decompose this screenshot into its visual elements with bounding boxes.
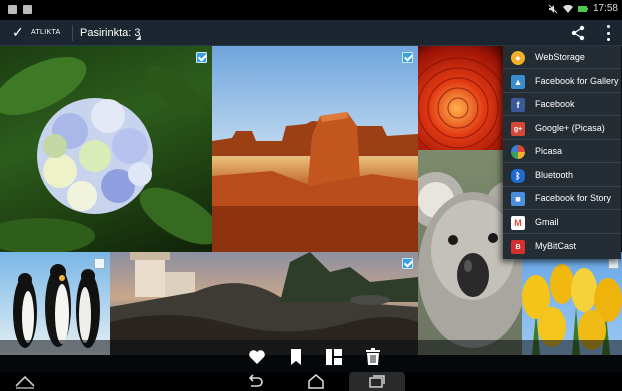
- selection-count-dropdown[interactable]: Pasirinkta: 3: [80, 27, 141, 39]
- menu-up-icon[interactable]: [14, 373, 36, 389]
- share-item-label: Picasa: [535, 146, 563, 156]
- wifi-icon: [562, 4, 573, 13]
- share-item-webstorage[interactable]: ● WebStorage: [503, 46, 621, 69]
- googleplus-icon: g+: [511, 122, 525, 136]
- recents-button[interactable]: [349, 372, 405, 391]
- selection-checkbox[interactable]: [402, 52, 413, 63]
- story-icon: ■: [511, 192, 525, 206]
- share-item-facebook-for-gallery[interactable]: ▲ Facebook for Gallery: [503, 70, 621, 93]
- clock: 17:58: [592, 3, 618, 14]
- navigation-bar: [0, 372, 622, 391]
- status-bar: 17:58: [0, 0, 622, 20]
- bluetooth-icon: ᛒ: [511, 169, 525, 183]
- hydrangea-image: [0, 56, 212, 252]
- checkmark-icon: ✓: [12, 24, 25, 40]
- selection-checkbox[interactable]: [196, 52, 207, 63]
- facebook-icon: f: [511, 98, 525, 112]
- share-item-label: Facebook: [535, 99, 575, 109]
- share-icon[interactable]: [569, 24, 587, 42]
- chrysanthemum-image: [418, 57, 504, 150]
- desert-image: [212, 112, 418, 252]
- mybitcast-icon: B: [511, 240, 525, 254]
- status-icons: 17:58: [548, 3, 618, 14]
- gallery-icon: ▲: [511, 75, 525, 89]
- share-item-label: WebStorage: [535, 52, 585, 62]
- bookmark-icon[interactable]: [287, 348, 305, 366]
- share-item-picasa[interactable]: Picasa: [503, 140, 621, 163]
- overflow-menu-icon[interactable]: [603, 25, 613, 41]
- share-item-label: Bluetooth: [535, 170, 574, 180]
- photo-tile-chrysanthemum[interactable]: [418, 46, 504, 150]
- gmail-icon: M: [511, 216, 525, 230]
- delete-icon[interactable]: [364, 348, 382, 366]
- share-item-label: MyBitCast: [535, 241, 577, 251]
- layout-icon[interactable]: [325, 348, 343, 366]
- picasa-icon: [511, 145, 525, 159]
- back-icon[interactable]: [246, 373, 264, 389]
- selection-action-bar: ✓ ATLIKTA Pasirinkta: 3: [0, 20, 622, 46]
- screenshot-notification-icon: [23, 5, 32, 14]
- divider: [72, 25, 73, 41]
- dropdown-caret-icon: [136, 35, 141, 40]
- notification-icons: [8, 5, 32, 14]
- share-item-label: Facebook for Story: [535, 193, 612, 203]
- gallery-notification-icon: [8, 5, 17, 14]
- share-item-googleplus[interactable]: g+ Google+ (Picasa): [503, 117, 621, 140]
- selection-checkbox[interactable]: [402, 258, 413, 269]
- photo-tile-desert[interactable]: [212, 46, 418, 252]
- share-menu: ● WebStorage ▲ Facebook for Gallery f Fa…: [503, 46, 621, 259]
- selection-checkbox[interactable]: [608, 258, 619, 269]
- battery-icon: [577, 5, 588, 12]
- share-item-mybitcast[interactable]: B MyBitCast: [503, 235, 621, 258]
- share-item-label: Gmail: [535, 217, 559, 227]
- share-item-bluetooth[interactable]: ᛒ Bluetooth: [503, 164, 621, 187]
- done-button[interactable]: ✓ ATLIKTA: [12, 25, 61, 39]
- share-item-gmail[interactable]: M Gmail: [503, 211, 621, 234]
- done-label: ATLIKTA: [31, 28, 61, 36]
- webstorage-icon: ●: [511, 51, 525, 65]
- favorite-icon[interactable]: [248, 348, 266, 366]
- bottom-action-bar: [0, 340, 622, 372]
- mute-icon: [548, 4, 558, 13]
- share-item-facebook-for-story[interactable]: ■ Facebook for Story: [503, 187, 621, 210]
- share-item-facebook[interactable]: f Facebook: [503, 93, 621, 116]
- share-item-label: Google+ (Picasa): [535, 123, 605, 133]
- recents-icon: [369, 375, 385, 388]
- selection-checkbox[interactable]: [94, 258, 105, 269]
- home-icon[interactable]: [306, 373, 326, 389]
- photo-tile-hydrangea[interactable]: [0, 46, 212, 252]
- share-item-label: Facebook for Gallery: [535, 76, 619, 86]
